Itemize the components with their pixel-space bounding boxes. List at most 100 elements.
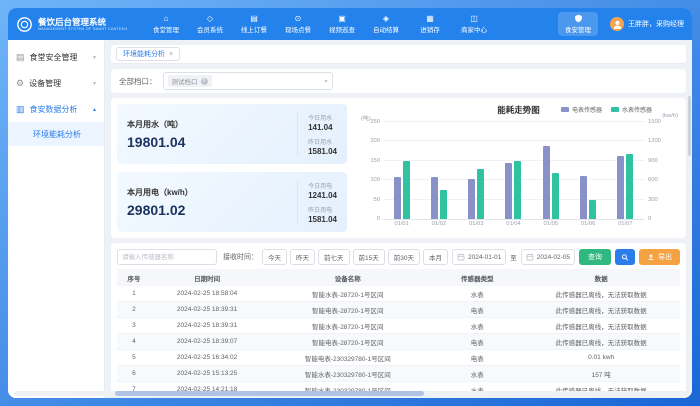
table-row: 12024-02-25 18:58:04智能水表-28720-1号区间水表此传感…: [117, 286, 680, 302]
bar: [468, 179, 475, 219]
sidebar-item-1[interactable]: ▤食堂安全管理▾: [8, 44, 104, 70]
column-header: 日期时间: [151, 269, 264, 286]
nav-item-6[interactable]: ◈自动结算: [364, 12, 408, 36]
horizontal-scrollbar-thumb[interactable]: [115, 391, 424, 396]
bar: [477, 169, 484, 219]
nav-item-5[interactable]: ▣视频巡查: [320, 12, 364, 36]
bar: [403, 161, 410, 219]
user-info[interactable]: 王胖胖，采购经理: [610, 17, 684, 31]
right-axis-unit: (kw/h): [662, 113, 678, 119]
water-title: 本月用水（吨）: [127, 119, 185, 130]
stall-filter-card: 全部档口： 测试档口 × ▾: [111, 69, 686, 93]
table-row: 62024-02-25 15:13:25智能水表-230329780-1号区间水…: [117, 366, 680, 382]
quick-range-2[interactable]: 昨天: [290, 249, 315, 265]
stall-select[interactable]: 测试档口 × ▾: [163, 72, 333, 90]
calendar-icon: [526, 253, 534, 261]
bar: [552, 173, 559, 219]
bar: [626, 154, 633, 219]
sensor-search-input[interactable]: [117, 249, 217, 265]
tab-bar: 环境能耗分析 ×: [111, 45, 686, 64]
bar: [589, 200, 596, 219]
search-icon-button[interactable]: [615, 249, 635, 265]
onsite-order-icon: ⊙: [295, 14, 302, 23]
chart-legend: 电表传感器水表传感器: [561, 105, 652, 114]
quick-range-3[interactable]: 前七天: [318, 249, 350, 265]
stall-filter-label: 全部档口：: [119, 76, 157, 87]
body-row: ▤食堂安全管理▾⚙设备管理▾▥食安数据分析▴环境能耗分析 环境能耗分析 × 全部…: [8, 40, 692, 398]
vertical-scrollbar[interactable]: [688, 96, 691, 156]
date-end-input[interactable]: 2024-02-05: [521, 249, 575, 265]
legend-item[interactable]: 电表传感器: [561, 105, 602, 114]
nav-active-label: 食安管理: [565, 24, 591, 34]
electric-today-value: 1241.04: [308, 191, 337, 200]
bar: [505, 163, 512, 219]
chevron-up-icon: ▴: [93, 106, 96, 113]
table-filter-row: 接收时间： 今天昨天前七天前15天前30天本月 2024-01-01 至: [117, 249, 680, 265]
stat-cards: 本月用水（吨） 19801.04 今日用水 141.04 昨日用水: [117, 104, 347, 232]
water-today-label: 今日用水: [308, 113, 337, 122]
sidebar-menu: ▤食堂安全管理▾⚙设备管理▾▥食安数据分析▴环境能耗分析: [8, 44, 104, 146]
legend-item[interactable]: 水表传感器: [611, 105, 652, 114]
quick-range-4[interactable]: 前15天: [353, 249, 385, 265]
bar: [514, 161, 521, 219]
app-title: 餐饮后台管理系统: [38, 17, 127, 27]
table-row: 32024-02-25 18:39:31智能水表-28720-1号区间水表此传感…: [117, 318, 680, 334]
column-header: 数据: [522, 269, 680, 286]
person-icon: [612, 19, 623, 30]
nav-item-food-safety-active[interactable]: 食安管理: [558, 12, 598, 36]
quick-range-1[interactable]: 今天: [262, 249, 287, 265]
sidebar-item-2[interactable]: ⚙设备管理▾: [8, 70, 104, 96]
search-icon: [621, 253, 629, 262]
app-header: 餐饮后台管理系统 MANAGEMENT SYSTEM OF SMART CANT…: [8, 8, 692, 40]
table-body: 12024-02-25 18:58:04智能水表-28720-1号区间水表此传感…: [117, 286, 680, 393]
tab-close-icon[interactable]: ×: [169, 51, 173, 58]
inventory-icon: ▦: [426, 14, 434, 23]
tab-env-energy[interactable]: 环境能耗分析 ×: [116, 47, 180, 61]
water-month-value: 19801.04: [127, 134, 185, 150]
sidebar: ▤食堂安全管理▾⚙设备管理▾▥食安数据分析▴环境能耗分析: [8, 40, 105, 398]
tab-label: 环境能耗分析: [123, 49, 165, 59]
nav-item-8[interactable]: ◫商家中心: [452, 12, 496, 36]
sidebar-subitem-env-energy[interactable]: 环境能耗分析: [8, 122, 104, 146]
member-icon: ◇: [207, 14, 213, 23]
chevron-down-icon: ▾: [324, 78, 327, 85]
merchant-icon: ◫: [470, 14, 478, 23]
bar: [394, 177, 401, 219]
electric-today-label: 今日用电: [308, 181, 337, 190]
settlement-icon: ◈: [383, 14, 389, 23]
column-header: 设备名称: [263, 269, 432, 286]
sidebar-item-3[interactable]: ▥食安数据分析▴: [8, 96, 104, 122]
date-separator: 至: [510, 252, 517, 262]
quick-range-6[interactable]: 本月: [423, 249, 448, 265]
nav-item-2[interactable]: ◇会员系统: [188, 12, 232, 36]
app-subtitle: MANAGEMENT SYSTEM OF SMART CANTEEN: [38, 27, 127, 31]
tag-close-icon[interactable]: ×: [201, 78, 208, 85]
horizontal-scrollbar-track: [14, 391, 686, 396]
online-order-icon: ▤: [250, 14, 258, 23]
table-row: 52024-02-25 16:34:02智能电表-230329780-1号区间电…: [117, 350, 680, 366]
stall-tag: 测试档口 ×: [168, 75, 212, 87]
export-button[interactable]: 导出: [639, 249, 680, 265]
table-row: 22024-02-25 18:39:31智能电表-28720-1号区间电表此传感…: [117, 302, 680, 318]
quick-range-5[interactable]: 前30天: [388, 249, 420, 265]
date-start-input[interactable]: 2024-01-01: [452, 249, 506, 265]
nav-item-4[interactable]: ⊙现场点餐: [276, 12, 320, 36]
chart-plot: 05010015020025003006009001200150001/0101…: [383, 122, 644, 220]
electric-yesterday-label: 昨日用电: [308, 205, 337, 214]
nav-item-3[interactable]: ▤线上订餐: [232, 12, 276, 36]
water-yesterday-label: 昨日用水: [308, 137, 337, 146]
user-name: 王胖胖，采购经理: [628, 19, 684, 29]
bar: [543, 146, 550, 219]
nav-item-7[interactable]: ▦进销存: [408, 12, 452, 36]
avatar: [610, 17, 624, 31]
logo-icon: [16, 16, 33, 33]
nav-item-1[interactable]: ⌂食堂管理: [144, 12, 188, 36]
calendar-icon: [457, 253, 465, 261]
water-stat-card: 本月用水（吨） 19801.04 今日用水 141.04 昨日用水: [117, 104, 347, 164]
video-icon: ▣: [338, 14, 346, 23]
bar: [431, 177, 438, 219]
water-yesterday-value: 1581.04: [308, 147, 337, 156]
query-button[interactable]: 查询: [579, 249, 611, 265]
device-manage-icon: ⚙: [16, 79, 24, 88]
shield-icon: [574, 14, 583, 23]
